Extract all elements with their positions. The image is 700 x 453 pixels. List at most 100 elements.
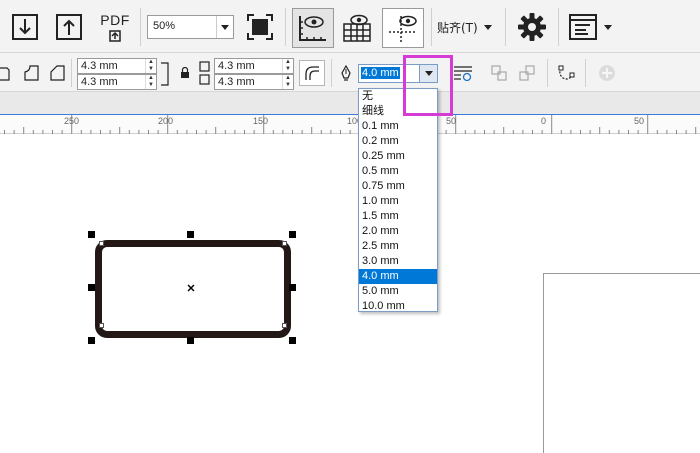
selection-handle[interactable] — [88, 231, 95, 238]
convert-to-curves-button[interactable] — [556, 63, 576, 83]
outline-width-option[interactable]: 10.0 mm — [359, 299, 437, 314]
selection-handle[interactable] — [289, 337, 296, 344]
corner-node[interactable] — [282, 241, 287, 246]
page-border — [543, 273, 700, 453]
spinner-arrows[interactable]: ▲ ▼ — [282, 75, 293, 89]
show-rulers-button[interactable] — [292, 8, 334, 48]
wrap-text-icon — [454, 66, 472, 81]
relative-corner-scaling-button[interactable] — [299, 60, 325, 86]
snap-label: 贴齐(T) — [437, 20, 478, 35]
zoom-dropdown-arrow[interactable] — [216, 16, 233, 38]
chamfered-corner-icon — [50, 65, 65, 81]
options-button[interactable] — [514, 10, 550, 44]
pdf-icon — [109, 30, 121, 42]
export-icon — [56, 14, 82, 40]
grid-icon — [343, 14, 371, 42]
outline-width-option[interactable]: 5.0 mm — [359, 284, 437, 299]
publish-pdf-button[interactable]: PDF — [96, 9, 134, 45]
scalloped-corner-button[interactable] — [22, 64, 40, 82]
outline-width-option[interactable]: 1.5 mm — [359, 209, 437, 224]
selection-handle[interactable] — [289, 231, 296, 238]
corner-radius-value: 4.3 mm — [218, 76, 255, 88]
corner-scaling-icon — [305, 66, 319, 80]
lock-icon — [181, 67, 189, 78]
corner-link-bracket — [160, 61, 172, 87]
round-corner-icon — [0, 67, 10, 81]
corner-radius-value: 4.3 mm — [81, 60, 118, 72]
ruler-label: 250 — [64, 116, 80, 126]
outline-width-dropdown-list[interactable]: 无 细线 0.1 mm 0.2 mm 0.25 mm 0.5 mm 0.75 m… — [358, 88, 438, 312]
window-icon — [569, 14, 597, 40]
wrap-text-button[interactable] — [452, 64, 474, 82]
selection-handle[interactable] — [289, 284, 296, 291]
corner-node[interactable] — [99, 241, 104, 246]
guidelines-icon — [389, 15, 417, 42]
outline-width-option[interactable]: 0.5 mm — [359, 164, 437, 179]
chevron-down-icon — [604, 24, 612, 30]
ruler-label: 50 — [634, 116, 645, 126]
to-back-button[interactable] — [518, 64, 536, 82]
application-launcher-button[interactable] — [568, 11, 620, 43]
ruler-label: 150 — [253, 116, 269, 126]
bracket-icon — [161, 62, 169, 86]
center-marker — [186, 283, 196, 293]
corner-radius-value: 4.3 mm — [81, 76, 118, 88]
chevron-down-icon — [221, 24, 229, 30]
center-x-icon — [187, 284, 195, 292]
to-front-button[interactable] — [490, 64, 508, 82]
ruler-label: 50 — [446, 116, 457, 126]
outline-pen-button[interactable] — [338, 64, 354, 82]
chamfered-corner-button[interactable] — [48, 64, 66, 82]
corner-radius-top-right-input[interactable]: 4.3 mm ▲ ▼ — [214, 58, 294, 74]
full-screen-button[interactable] — [243, 11, 277, 43]
spinner-arrows[interactable]: ▲ ▼ — [145, 75, 156, 89]
selection-handle[interactable] — [88, 284, 95, 291]
main-toolbar: PDF 50% 贴齐(T) — [0, 0, 700, 53]
full-screen-icon — [247, 14, 273, 40]
selection-handle[interactable] — [187, 337, 194, 344]
outline-width-option[interactable]: 0.25 mm — [359, 149, 437, 164]
lock-ratio-button[interactable] — [178, 66, 192, 80]
pen-nib-icon — [341, 65, 351, 81]
spinner-arrows[interactable]: ▲ ▼ — [282, 59, 293, 73]
rulers-icon — [299, 16, 326, 41]
selection-handle[interactable] — [88, 337, 95, 344]
outline-width-option[interactable]: 0.2 mm — [359, 134, 437, 149]
corner-radius-value: 4.3 mm — [218, 60, 255, 72]
spinner-arrows[interactable]: ▲ ▼ — [145, 59, 156, 73]
show-grid-button[interactable] — [339, 10, 375, 46]
ruler-label: 0 — [541, 116, 547, 126]
import-button[interactable] — [8, 11, 42, 43]
corner-radius-bottom-left-input[interactable]: 4.3 mm ▲ ▼ — [77, 74, 157, 90]
snap-to-menu[interactable]: 贴齐(T) — [437, 18, 492, 36]
round-corner-button[interactable] — [0, 64, 12, 82]
document-tab-strip — [0, 92, 700, 114]
corner-node[interactable] — [99, 323, 104, 328]
ruler-label: 200 — [158, 116, 174, 126]
corner-radius-bottom-right-input[interactable]: 4.3 mm ▲ ▼ — [214, 74, 294, 90]
corner-radius-top-left-input[interactable]: 4.3 mm ▲ ▼ — [77, 58, 157, 74]
outline-width-option[interactable]: 2.5 mm — [359, 239, 437, 254]
outline-width-option[interactable]: 3.0 mm — [359, 254, 437, 269]
show-guidelines-button[interactable] — [382, 8, 424, 48]
add-button[interactable] — [597, 63, 617, 83]
scalloped-corner-icon — [24, 65, 39, 81]
gear-icon — [518, 13, 546, 41]
selection-handle[interactable] — [187, 231, 194, 238]
outline-width-option-selected[interactable]: 4.0 mm — [359, 269, 437, 284]
zoom-select[interactable]: 50% — [147, 15, 234, 39]
outline-width-option[interactable]: 1.0 mm — [359, 194, 437, 209]
outline-width-option[interactable]: 0.1 mm — [359, 119, 437, 134]
corner-node[interactable] — [282, 323, 287, 328]
outline-width-value: 4.0 mm — [361, 67, 400, 79]
chevron-down-icon — [483, 24, 492, 30]
to-back-icon — [519, 65, 535, 81]
corner-side-icons — [198, 59, 212, 87]
export-button[interactable] — [52, 11, 86, 43]
outline-width-option[interactable]: 0.75 mm — [359, 179, 437, 194]
drawing-canvas[interactable] — [0, 134, 700, 453]
convert-curves-icon — [558, 65, 575, 80]
zoom-value: 50% — [153, 20, 176, 32]
outline-width-option[interactable]: 2.0 mm — [359, 224, 437, 239]
corner-side-icon — [199, 61, 210, 85]
